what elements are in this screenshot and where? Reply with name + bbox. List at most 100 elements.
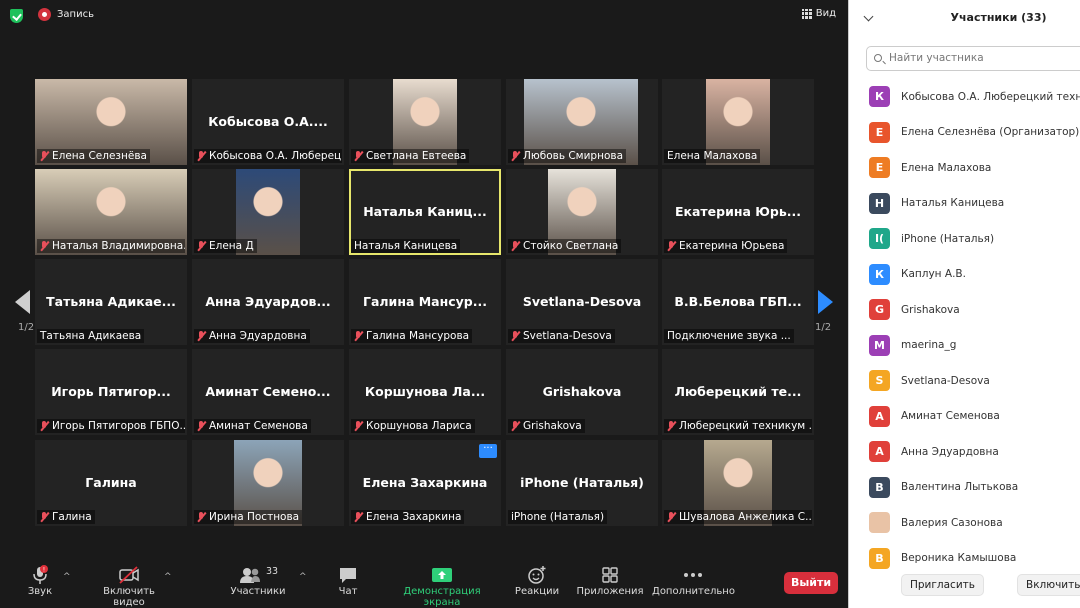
- panel-footer: Пригласить Включить: [849, 568, 1080, 608]
- tile-name-label: Елена Д: [194, 239, 257, 253]
- tile-name-label: Кобысова О.А. Люберецк...: [194, 149, 342, 163]
- tile-name-text: Игорь Пятигоров ГБПО...: [52, 420, 185, 432]
- participant-name: Валентина Лытькова: [901, 481, 1019, 494]
- tile-name-text: Ирина Постнова: [209, 511, 300, 523]
- video-tile[interactable]: Елена Селезнёва: [35, 79, 187, 165]
- participant-row[interactable]: Mmaerina_g: [849, 328, 1080, 364]
- participant-row[interactable]: I(iPhone (Наталья): [849, 221, 1080, 257]
- tile-display-name: Люберецкий те...: [674, 384, 802, 399]
- video-options-chevron-icon[interactable]: ^: [164, 572, 172, 582]
- tile-name-text: iPhone (Наталья): [511, 511, 605, 523]
- tile-name-text: Галина: [52, 511, 92, 523]
- participant-search-input[interactable]: Найти участника: [866, 46, 1080, 71]
- microphone-icon: !: [33, 565, 48, 584]
- participants-count: 33: [265, 565, 279, 577]
- tile-name-text: Кобысова О.А. Люберецк...: [209, 150, 342, 162]
- muted-mic-icon: [197, 151, 206, 161]
- video-tile[interactable]: Кобысова О.А.... Кобысова О.А. Люберецк..…: [192, 79, 344, 165]
- tile-name-text: Екатерина Юрьева: [679, 240, 785, 252]
- muted-mic-icon: [354, 151, 363, 161]
- meeting-area: Запись Вид Елена Селезнёва Кобысова О.А..…: [0, 0, 848, 608]
- video-tile[interactable]: Любовь Смирнова: [506, 79, 658, 165]
- video-tile[interactable]: Галина Галина: [35, 440, 187, 526]
- participant-avatar: M: [869, 334, 890, 356]
- tile-name-text: Галина Мансурова: [366, 330, 470, 342]
- chat-button[interactable]: Чат: [330, 564, 366, 597]
- unmute-button[interactable]: Включить: [1017, 574, 1080, 596]
- muted-mic-icon: [667, 512, 676, 522]
- video-tile[interactable]: Шувалова Анжелика С...: [662, 440, 814, 526]
- participant-row[interactable]: К Кобысова О.А. Люберецкий техн. г: [849, 79, 1080, 115]
- video-tile[interactable]: Наталья Каниц... Наталья Каницева: [349, 169, 501, 255]
- muted-mic-icon: [197, 512, 206, 522]
- muted-mic-icon: [40, 151, 49, 161]
- video-tile[interactable]: Стойко Светлана: [506, 169, 658, 255]
- video-tile[interactable]: Светлана Евтеева: [349, 79, 501, 165]
- tile-name-text: Шувалова Анжелика С...: [679, 511, 812, 523]
- video-tile[interactable]: Игорь Пятигор... Игорь Пятигоров ГБПО...: [35, 349, 187, 435]
- video-tile[interactable]: Svetlana-Desova Svetlana-Desova: [506, 259, 658, 345]
- video-tile[interactable]: iPhone (Наталья) iPhone (Наталья): [506, 440, 658, 526]
- tile-name-label: Наталья Владимировна...: [37, 239, 185, 253]
- participant-row[interactable]: Е Елена Малахова: [849, 150, 1080, 186]
- start-video-button[interactable]: Включить видео: [86, 564, 172, 608]
- participant-name: Аминат Семенова: [901, 410, 1000, 423]
- video-tile[interactable]: Коршунова Ла... Коршунова Лариса: [349, 349, 501, 435]
- participant-name: Grishakova: [901, 303, 960, 316]
- more-label: Дополнительно: [652, 586, 735, 597]
- video-tile[interactable]: Наталья Владимировна...: [35, 169, 187, 255]
- video-tile[interactable]: Галина Мансур... Галина Мансурова: [349, 259, 501, 345]
- participant-row[interactable]: А Анна Эдуардовна: [849, 434, 1080, 470]
- participant-row[interactable]: В Валентина Лытькова: [849, 470, 1080, 506]
- tile-name-text: Елена Селезнёва: [52, 150, 147, 162]
- audio-button[interactable]: ! Звук: [22, 564, 58, 597]
- participant-name: Вероника Камышова: [901, 552, 1017, 565]
- audio-options-chevron-icon[interactable]: ^: [63, 572, 71, 582]
- video-tile[interactable]: Анна Эдуардов... Анна Эдуардовна: [192, 259, 344, 345]
- participant-avatar: Н: [869, 192, 890, 214]
- participant-row[interactable]: G Grishakova: [849, 292, 1080, 328]
- grid-view-icon: [801, 8, 812, 19]
- video-tile[interactable]: Grishakova Grishakova: [506, 349, 658, 435]
- participant-row[interactable]: Е Елена Селезнёва (Организатор): [849, 115, 1080, 151]
- audio-label: Звук: [27, 586, 53, 597]
- participants-button[interactable]: 33 Участники: [228, 564, 288, 598]
- video-tile[interactable]: Аминат Семено... Аминат Семенова: [192, 349, 344, 435]
- video-tile[interactable]: Татьяна Адикае... Татьяна Адикаева: [35, 259, 187, 345]
- participant-row[interactable]: Валерия Сазонова: [849, 505, 1080, 541]
- tile-name-text: Стойко Светлана: [523, 240, 619, 252]
- reactions-button[interactable]: Реакции: [514, 564, 560, 597]
- next-page-arrow-icon[interactable]: [818, 290, 833, 314]
- participant-row[interactable]: А Аминат Семенова: [849, 399, 1080, 435]
- video-tile[interactable]: Люберецкий те... Люберецкий техникум ...: [662, 349, 814, 435]
- video-tile[interactable]: В.В.Белова ГБП... Подключение звука ...: [662, 259, 814, 345]
- share-screen-button[interactable]: Демонстрация экрана: [386, 564, 498, 608]
- participants-options-chevron-icon[interactable]: ^: [299, 572, 307, 582]
- participant-avatar: Е: [869, 121, 890, 143]
- video-tile[interactable]: Елена Захаркина Елена Захаркина ···: [349, 440, 501, 526]
- participant-row[interactable]: S Svetlana-Desova: [849, 363, 1080, 399]
- video-tile[interactable]: Екатерина Юрь... Екатерина Юрьева: [662, 169, 814, 255]
- participant-name: Елена Селезнёва (Организатор): [901, 126, 1080, 139]
- video-tile[interactable]: Елена Д: [192, 169, 344, 255]
- tile-more-options-icon[interactable]: ···: [479, 444, 497, 458]
- participant-row[interactable]: Н Наталья Каницева: [849, 186, 1080, 222]
- tile-name-text: Наталья Владимировна...: [52, 240, 185, 252]
- tile-display-name: Коршунова Ла...: [364, 384, 486, 399]
- participant-row[interactable]: К Каплун А.В.: [849, 257, 1080, 293]
- security-shield-icon[interactable]: [10, 9, 23, 23]
- video-tile[interactable]: Елена Малахова: [662, 79, 814, 165]
- participant-avatar: А: [869, 405, 890, 427]
- video-tile[interactable]: Ирина Постнова: [192, 440, 344, 526]
- apps-button[interactable]: Приложения: [576, 564, 644, 597]
- previous-page-arrow-icon[interactable]: [15, 290, 30, 314]
- leave-button[interactable]: Выйти: [784, 572, 838, 594]
- muted-mic-icon: [197, 331, 206, 341]
- invite-button[interactable]: Пригласить: [901, 574, 984, 596]
- tile-display-name: Кобысова О.А....: [208, 114, 328, 129]
- view-button[interactable]: Вид: [801, 8, 836, 19]
- search-placeholder: Найти участника: [889, 52, 984, 64]
- tile-name-label: Игорь Пятигоров ГБПО...: [37, 419, 185, 433]
- more-button[interactable]: Дополнительно: [652, 564, 735, 597]
- recording-indicator[interactable]: Запись: [38, 8, 94, 21]
